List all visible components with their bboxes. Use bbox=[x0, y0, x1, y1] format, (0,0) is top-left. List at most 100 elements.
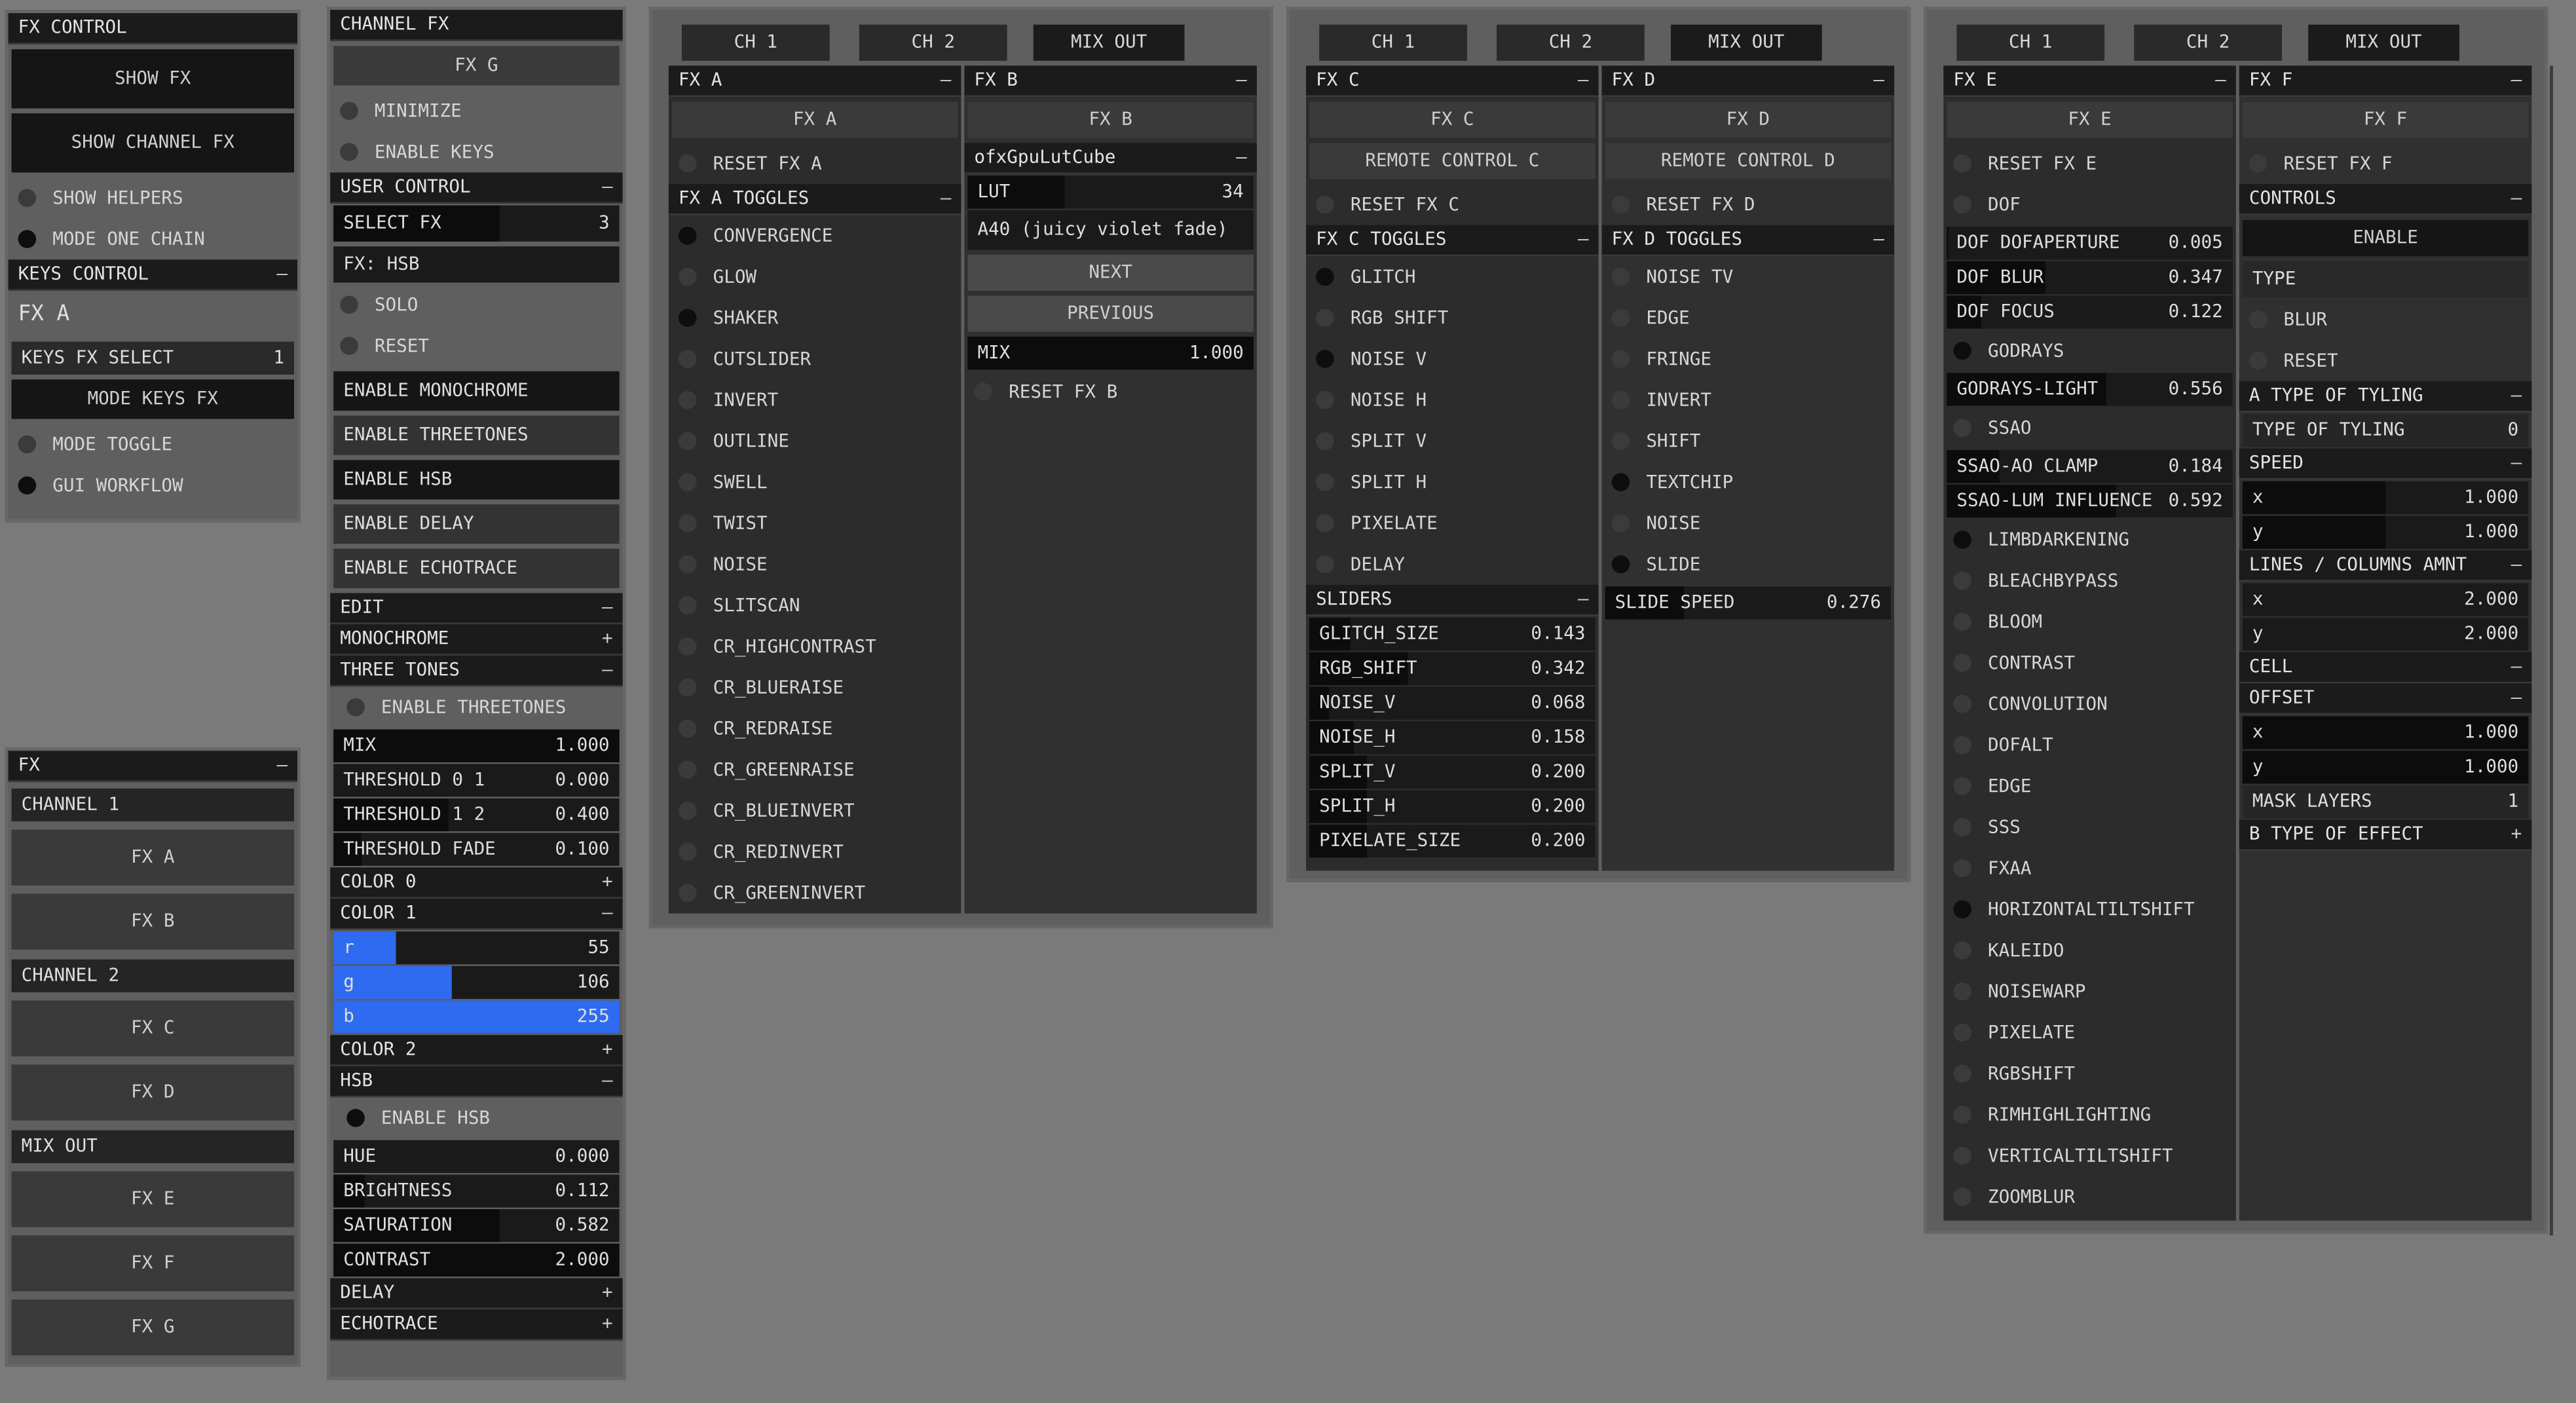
param-slider[interactable]: SPLIT_V 0.200 bbox=[1309, 755, 1596, 789]
mask-layers-slider[interactable]: MASK LAYERS 1 bbox=[2242, 785, 2529, 819]
effect-toggle[interactable]: CONTRAST bbox=[1943, 643, 2235, 684]
effect-toggle[interactable]: CONVOLUTION bbox=[1943, 683, 2235, 724]
mode-keys-fx-button[interactable]: MODE KEYS FX bbox=[11, 379, 294, 419]
solo-toggle[interactable]: SOLO bbox=[330, 284, 622, 326]
blur-toggle[interactable]: BLUR bbox=[2239, 299, 2531, 340]
effect-toggle[interactable]: HORIZONTALTILTSHIFT bbox=[1943, 889, 2235, 930]
effect-toggle[interactable]: CONVERGENCE bbox=[669, 215, 961, 257]
lut-slider[interactable]: LUT 34 bbox=[967, 176, 1254, 209]
fx-c-button[interactable]: FX C bbox=[1309, 102, 1596, 138]
saturation-slider[interactable]: SATURATION 0.582 bbox=[333, 1209, 620, 1243]
mode-toggle-toggle[interactable]: MODE TOGGLE bbox=[9, 424, 297, 465]
fx-d-button[interactable]: FX D bbox=[1605, 102, 1892, 138]
effect-toggle[interactable]: FXAA bbox=[1943, 848, 2235, 889]
effect-toggle[interactable]: INVERT bbox=[669, 379, 961, 421]
ssao-toggle[interactable]: SSAO bbox=[1943, 407, 2235, 449]
controls-header[interactable]: CONTROLS – bbox=[2239, 183, 2532, 215]
user-control-header[interactable]: USER CONTROL – bbox=[330, 172, 623, 204]
fx-d-toggles-header[interactable]: FX D TOGGLES – bbox=[1601, 225, 1895, 257]
lines-y-slider[interactable]: y 2.000 bbox=[2242, 618, 2529, 651]
enable-threetones-toggle[interactable]: ENABLE THREETONES bbox=[330, 686, 622, 728]
color-2-header[interactable]: COLOR 2 + bbox=[330, 1035, 623, 1066]
reset-fx-d-toggle[interactable]: RESET FX D bbox=[1602, 184, 1894, 225]
effect-toggle[interactable]: DOFALT bbox=[1943, 724, 2235, 766]
contrast-slider[interactable]: CONTRAST 2.000 bbox=[333, 1243, 620, 1277]
three-tones-header[interactable]: THREE TONES – bbox=[330, 655, 623, 687]
effect-toggle[interactable]: FRINGE bbox=[1602, 339, 1894, 380]
mode-one-chain-toggle[interactable]: MODE ONE CHAIN bbox=[9, 219, 297, 260]
effect-toggle[interactable]: CR_GREENRAISE bbox=[669, 749, 961, 791]
tab-ch1[interactable]: CH 1 bbox=[681, 24, 830, 61]
speed-x-slider[interactable]: x 1.000 bbox=[2242, 481, 2529, 515]
echotrace-header[interactable]: ECHOTRACE + bbox=[330, 1309, 623, 1341]
effect-toggle[interactable]: BLOOM bbox=[1943, 601, 2235, 643]
cell-header[interactable]: CELL – bbox=[2239, 652, 2532, 684]
tab-ch2[interactable]: CH 2 bbox=[2134, 24, 2283, 61]
effect-toggle[interactable]: CR_BLUERAISE bbox=[669, 667, 961, 708]
effect-toggle[interactable]: NOISEWARP bbox=[1943, 971, 2235, 1012]
effect-toggle[interactable]: RGB SHIFT bbox=[1306, 297, 1598, 339]
effect-toggle[interactable]: NOISE H bbox=[1306, 379, 1598, 421]
effect-toggle[interactable]: VERTICALTILTSHIFT bbox=[1943, 1135, 2235, 1176]
effect-toggle[interactable]: SSS bbox=[1943, 807, 2235, 848]
fx-e-header[interactable]: FX E – bbox=[1943, 65, 2236, 97]
sliders-header[interactable]: SLIDERS – bbox=[1306, 584, 1599, 616]
godrays-toggle[interactable]: GODRAYS bbox=[1943, 330, 2235, 371]
tab-ch1[interactable]: CH 1 bbox=[1956, 24, 2105, 61]
dof-toggle[interactable]: DOF bbox=[1943, 184, 2235, 225]
effect-toggle[interactable]: DELAY bbox=[1306, 544, 1598, 585]
param-slider[interactable]: DOF BLUR 0.347 bbox=[1947, 261, 2233, 294]
param-slider[interactable]: SSAO-LUM INFLUENCE 0.592 bbox=[1947, 484, 2233, 518]
effect-toggle[interactable]: PIXELATE bbox=[1306, 503, 1598, 544]
minimize-toggle[interactable]: MINIMIZE bbox=[330, 90, 622, 132]
threshold-fade-slider[interactable]: THRESHOLD FADE 0.100 bbox=[333, 832, 620, 866]
effect-toggle[interactable]: ZOOMBLUR bbox=[1943, 1176, 2235, 1218]
effect-toggle[interactable]: SLITSCAN bbox=[669, 585, 961, 626]
tab-mix-out[interactable]: MIX OUT bbox=[2308, 24, 2459, 61]
threshold-0-1-slider[interactable]: THRESHOLD 0 1 0.000 bbox=[333, 764, 620, 797]
show-fx-button[interactable]: SHOW FX bbox=[11, 49, 294, 109]
fx-d-header[interactable]: FX D – bbox=[1601, 65, 1895, 97]
enable-keys-toggle[interactable]: ENABLE KEYS bbox=[330, 132, 622, 173]
effect-toggle[interactable]: PIXELATE bbox=[1943, 1012, 2235, 1053]
effect-toggle[interactable]: SHAKER bbox=[669, 297, 961, 339]
type-of-tyling-slider[interactable]: TYPE OF TYLING 0 bbox=[2242, 414, 2529, 447]
fx-e-button[interactable]: FX E bbox=[1947, 102, 2233, 138]
fx-b-header[interactable]: FX B – bbox=[964, 65, 1257, 97]
tab-ch2[interactable]: CH 2 bbox=[1497, 24, 1645, 61]
offset-header[interactable]: OFFSET – bbox=[2239, 683, 2532, 715]
param-slider[interactable]: DOF FOCUS 0.122 bbox=[1947, 295, 2233, 329]
effect-toggle[interactable]: TEXTCHIP bbox=[1602, 462, 1894, 503]
effect-toggle[interactable]: SLIDE bbox=[1602, 544, 1894, 585]
remote-control-c-button[interactable]: REMOTE CONTROL C bbox=[1309, 143, 1596, 179]
edit-header[interactable]: EDIT – bbox=[330, 593, 623, 625]
effect-toggle[interactable]: GLOW bbox=[669, 256, 961, 297]
enable-button[interactable]: ENABLE bbox=[2242, 220, 2529, 257]
delay-header[interactable]: DELAY + bbox=[330, 1278, 623, 1310]
lut-cube-header[interactable]: ofxGpuLutCube – bbox=[964, 143, 1257, 174]
reset-fx-f-toggle[interactable]: RESET FX F bbox=[2239, 143, 2531, 184]
select-fx-slider[interactable]: SELECT FX 3 bbox=[333, 205, 620, 242]
fx-b-button[interactable]: FX B bbox=[11, 893, 294, 950]
color-0-header[interactable]: COLOR 0 + bbox=[330, 867, 623, 899]
effect-toggle[interactable]: EDGE bbox=[1602, 297, 1894, 339]
effect-toggle[interactable]: KALEIDO bbox=[1943, 930, 2235, 971]
color-1-header[interactable]: COLOR 1– bbox=[330, 898, 623, 930]
fx-c-button[interactable]: FX C bbox=[11, 1000, 294, 1057]
tab-ch2[interactable]: CH 2 bbox=[859, 24, 1007, 61]
remote-control-d-button[interactable]: REMOTE CONTROL D bbox=[1605, 143, 1892, 179]
fx-g-button[interactable]: FX G bbox=[333, 46, 620, 86]
tab-ch1[interactable]: CH 1 bbox=[1319, 24, 1467, 61]
effect-toggle[interactable]: INVERT bbox=[1602, 379, 1894, 421]
fx-a-header[interactable]: FX A – bbox=[668, 65, 961, 97]
lines-columns-header[interactable]: LINES / COLUMNS AMNT – bbox=[2239, 550, 2532, 582]
keys-fx-select-slider[interactable]: KEYS FX SELECT 1 bbox=[11, 341, 294, 375]
enable-threetones-button[interactable]: ENABLE THREETONES bbox=[333, 415, 620, 455]
fx-b-mix-slider[interactable]: MIX 1.000 bbox=[967, 337, 1254, 370]
fx-e-button[interactable]: FX E bbox=[11, 1171, 294, 1227]
speed-header[interactable]: SPEED – bbox=[2239, 448, 2532, 480]
fx-a-button[interactable]: FX A bbox=[671, 102, 958, 138]
tab-mix-out[interactable]: MIX OUT bbox=[1033, 24, 1185, 61]
param-slider[interactable]: DOF DOFAPERTURE 0.005 bbox=[1947, 227, 2233, 260]
fx-c-header[interactable]: FX C – bbox=[1306, 65, 1599, 97]
